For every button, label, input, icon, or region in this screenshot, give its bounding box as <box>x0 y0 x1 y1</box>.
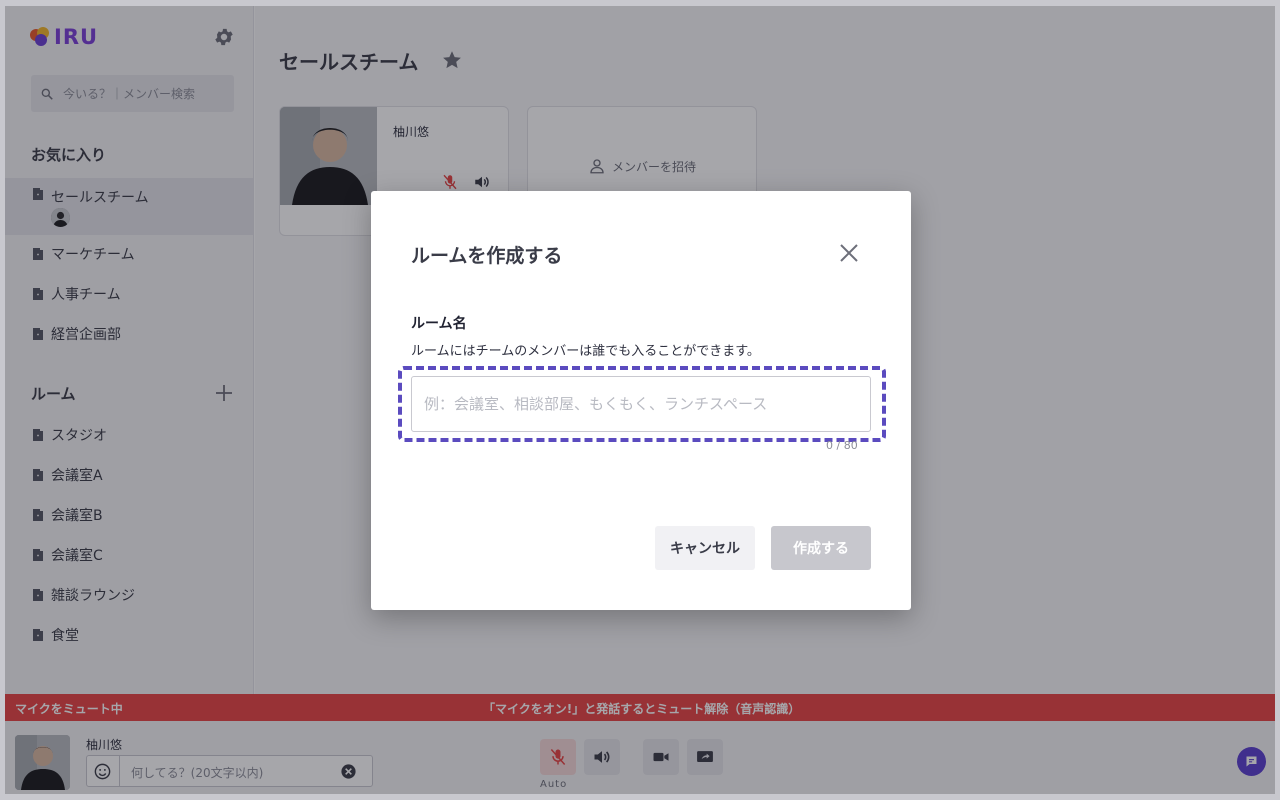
cancel-button[interactable]: キャンセル <box>655 526 755 570</box>
character-counter: 0 / 80 <box>826 439 858 452</box>
room-name-input[interactable] <box>411 376 871 432</box>
create-room-dialog: ルームを作成する ルーム名 ルームにはチームのメンバーは誰でも入ることができます… <box>371 191 911 610</box>
app-window: IRU 今いる？｜メンバー検索 お気に入り セールスチーム マーケチーム 人事チ… <box>5 6 1275 794</box>
dialog-title: ルームを作成する <box>411 245 563 267</box>
create-button[interactable]: 作成する <box>771 526 871 570</box>
close-icon[interactable] <box>838 242 860 264</box>
room-name-label: ルーム名 <box>411 316 467 332</box>
room-name-help: ルームにはチームのメンバーは誰でも入ることができます。 <box>411 344 760 359</box>
